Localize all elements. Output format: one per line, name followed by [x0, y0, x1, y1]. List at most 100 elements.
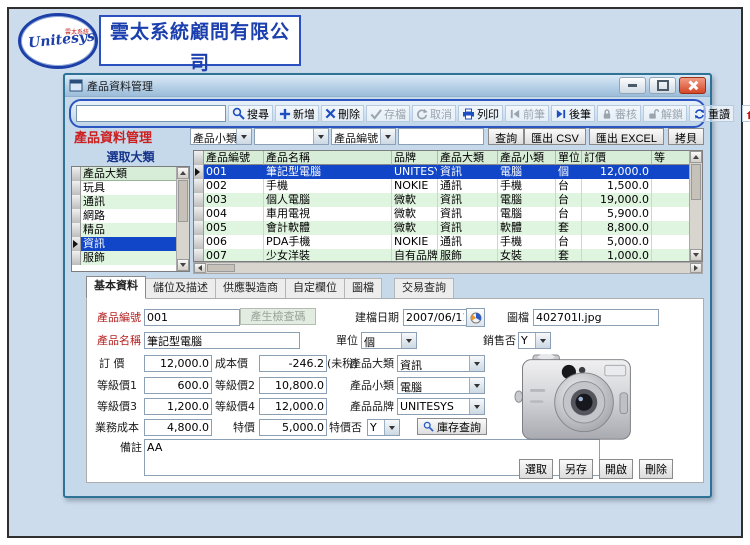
toolbar-button-delete[interactable]: 刪除 — [321, 105, 364, 122]
scroll-down-icon[interactable] — [177, 259, 189, 271]
product-name-input[interactable] — [144, 332, 300, 349]
table-cell: 資訊 — [438, 193, 498, 207]
toolbar-button-print[interactable]: 列印 — [458, 105, 503, 122]
photo-open-button[interactable]: 開啟 — [599, 459, 633, 479]
calendar-icon[interactable] — [466, 308, 485, 327]
toolbar-button-add[interactable]: 新增 — [275, 105, 319, 122]
category-item-label: 服飾 — [81, 251, 177, 265]
brand-combo[interactable]: UNITESYS — [397, 398, 485, 415]
tab-3[interactable]: 供應製造商 — [216, 278, 286, 299]
toolbar-button-reload[interactable]: 重讀 — [689, 105, 734, 122]
tab-1[interactable]: 基本資料 — [86, 276, 146, 299]
table-cell: 19,000.0 — [582, 193, 652, 207]
query-field1-combo[interactable]: 產品小類 — [190, 128, 252, 145]
grid-hscrollbar[interactable] — [193, 262, 703, 274]
sales-cost-input[interactable] — [144, 419, 212, 436]
image-file-input[interactable] — [533, 309, 659, 326]
table-cell: 台 — [556, 193, 582, 207]
query-bar: 產品資料管理 產品小類 產品編號 查詢 匯出 CSV 匯出 EXCEL — [69, 126, 706, 147]
subcategory-combo[interactable]: 電腦 — [397, 377, 485, 394]
tab-5[interactable]: 圖檔 — [345, 278, 382, 299]
toolbar-button-next[interactable]: 後筆 — [551, 105, 595, 122]
scroll-down-icon[interactable] — [690, 249, 702, 261]
table-header-cell: 產品小類 — [498, 151, 556, 165]
category-combo[interactable]: 資訊 — [397, 355, 485, 372]
scroll-left-icon[interactable] — [194, 263, 206, 273]
search-icon — [232, 107, 245, 120]
table-row[interactable]: 002手機NOKIE通訊手機台1,500.0 — [194, 179, 702, 193]
close-button[interactable] — [679, 77, 706, 94]
chevron-down-icon[interactable] — [236, 129, 251, 144]
export-csv-button[interactable]: 匯出 CSV — [524, 128, 586, 145]
table-row[interactable]: 004車用電視微軟資訊電腦台5,900.0 — [194, 207, 702, 221]
table-cell: 微軟 — [392, 221, 438, 235]
sales-cost-label: 業務成本 — [95, 420, 139, 435]
chevron-down-icon[interactable] — [384, 420, 399, 435]
product-code-input[interactable] — [144, 309, 240, 326]
grade-price4-input[interactable] — [259, 398, 327, 415]
query-keyword-input[interactable] — [398, 128, 484, 145]
query-button[interactable]: 查詢 — [488, 128, 524, 145]
toolbar-button-search[interactable]: 搜尋 — [228, 105, 273, 122]
table-row[interactable]: 003個人電腦微軟資訊電腦台19,000.0 — [194, 193, 702, 207]
stock-query-button[interactable]: 庫存查詢 — [417, 418, 487, 435]
cost-price-input[interactable] — [259, 355, 327, 372]
unit-combo[interactable]: 個 — [361, 332, 417, 349]
grid-vscrollbar[interactable] — [689, 151, 702, 261]
row-marker — [72, 195, 81, 209]
tab-6[interactable]: 交易查詢 — [394, 278, 454, 299]
category-item-label: 精品 — [81, 223, 177, 237]
scroll-up-icon[interactable] — [177, 167, 189, 179]
titlebar[interactable]: 產品資料管理 — [65, 75, 710, 97]
list-price-input[interactable] — [144, 355, 212, 372]
chevron-down-icon[interactable] — [380, 129, 395, 144]
query-field2-combo[interactable]: 產品編號 — [331, 128, 396, 145]
category-item[interactable]: 精品 — [72, 223, 177, 237]
grade-price3-input[interactable] — [144, 398, 212, 415]
minimize-icon — [628, 84, 637, 87]
tab-4[interactable]: 自定欄位 — [286, 278, 345, 299]
scrollbar-thumb[interactable] — [207, 264, 235, 272]
chevron-down-icon[interactable] — [469, 356, 484, 371]
photo-select-button[interactable]: 選取 — [519, 459, 553, 479]
grade-price1-input[interactable] — [144, 377, 212, 394]
special-flag-combo[interactable]: Y — [367, 419, 400, 436]
photo-delete-button[interactable]: 刪除 — [639, 459, 673, 479]
scrollbar-thumb[interactable] — [691, 164, 701, 200]
chevron-down-icon[interactable] — [401, 333, 416, 348]
category-item[interactable]: 網路 — [72, 209, 177, 223]
toolbar-button-unlock: 解鎖 — [643, 105, 687, 122]
minimize-button[interactable] — [619, 77, 646, 94]
category-item[interactable]: 通訊 — [72, 195, 177, 209]
chevron-down-icon[interactable] — [535, 333, 550, 348]
chevron-down-icon[interactable] — [469, 399, 484, 414]
scroll-up-icon[interactable] — [690, 151, 702, 163]
table-cell: 004 — [204, 207, 264, 221]
table-row[interactable]: 007少女洋裝自有品牌服飾女裝套1,000.0 — [194, 249, 702, 262]
scroll-right-icon[interactable] — [690, 263, 702, 273]
category-item[interactable]: 服飾 — [72, 251, 177, 265]
copy-button[interactable]: 拷貝 — [668, 128, 704, 145]
table-row[interactable]: 006PDA手機NOKIE通訊手機台5,000.0 — [194, 235, 702, 249]
search-input[interactable] — [76, 105, 226, 122]
tab-2[interactable]: 儲位及描述 — [146, 278, 216, 299]
toolbar-button-home[interactable]: 首頁 — [742, 105, 750, 122]
scrollbar-thumb[interactable] — [178, 180, 188, 222]
category-item[interactable]: 玩具 — [72, 181, 177, 195]
chevron-down-icon[interactable] — [313, 129, 328, 144]
create-date-input[interactable] — [403, 309, 467, 326]
category-item[interactable]: 資訊 — [72, 237, 177, 251]
chevron-down-icon[interactable] — [469, 378, 484, 393]
category-scrollbar[interactable] — [176, 167, 189, 271]
toolbar-button-label: 存檔 — [384, 106, 406, 122]
table-row[interactable]: 005會計軟體微軟資訊軟體套8,800.0 — [194, 221, 702, 235]
grade-price2-input[interactable] — [259, 377, 327, 394]
maximize-button[interactable] — [649, 77, 676, 94]
photo-saveas-button[interactable]: 另存 — [559, 459, 593, 479]
query-value-combo[interactable] — [254, 128, 329, 145]
table-row[interactable]: 001筆記型電腦UNITESYS資訊電腦個12,000.0 — [194, 165, 702, 179]
special-price-input[interactable] — [259, 419, 327, 436]
window-title: 產品資料管理 — [87, 78, 616, 94]
sellable-combo[interactable]: Y — [518, 332, 551, 349]
export-excel-button[interactable]: 匯出 EXCEL — [589, 128, 664, 145]
